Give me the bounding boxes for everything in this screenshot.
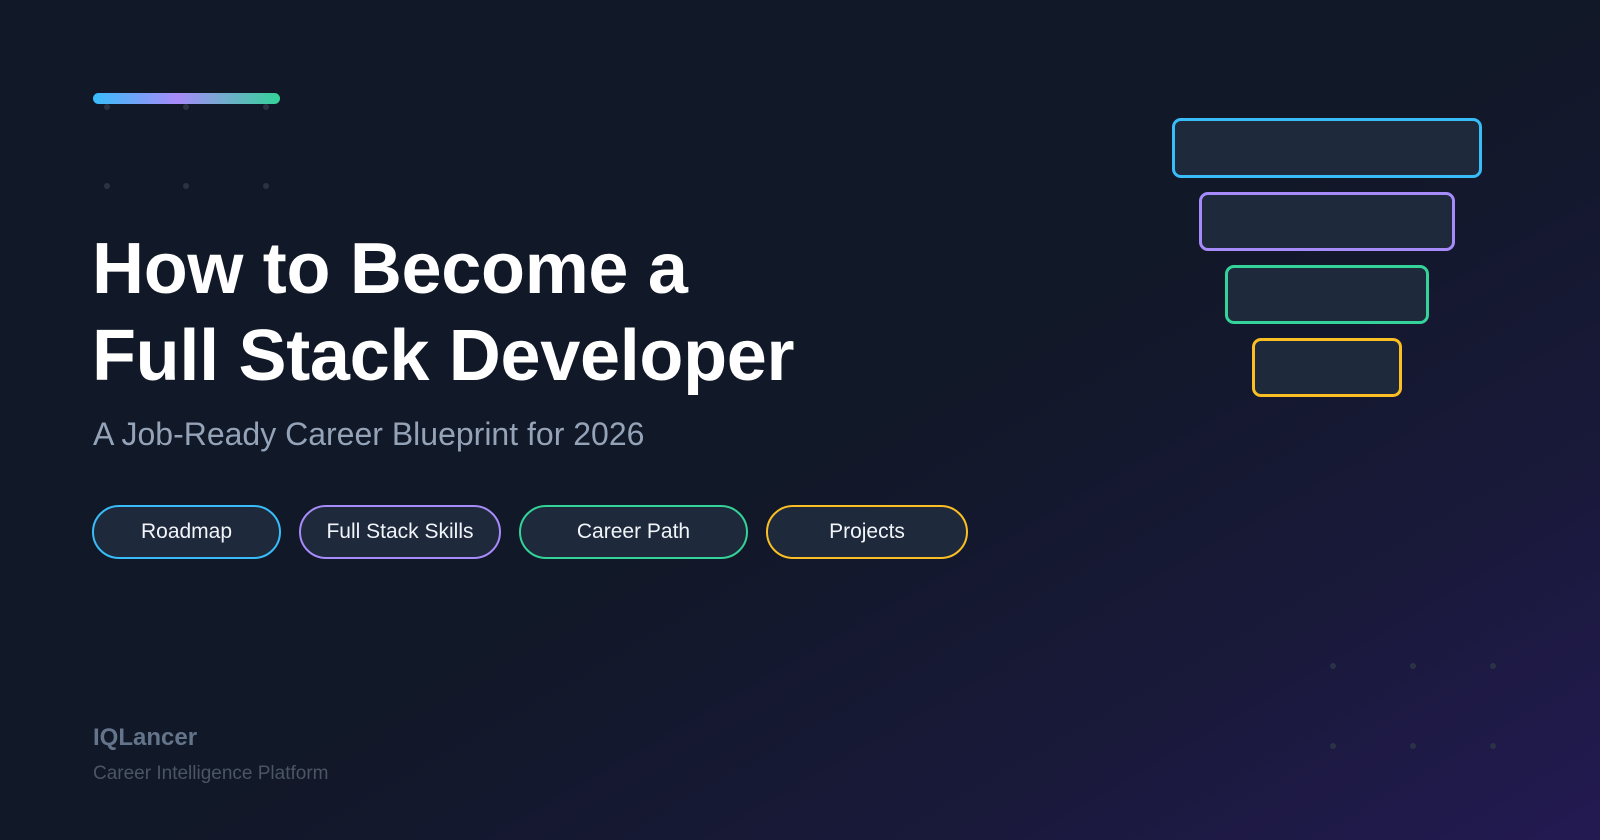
tag-career-path: Career Path xyxy=(519,505,748,559)
funnel-layer-4 xyxy=(1252,338,1402,397)
decor-dot xyxy=(1410,743,1416,749)
decor-dot xyxy=(263,183,269,189)
funnel-layer-3 xyxy=(1225,265,1429,324)
decor-dot xyxy=(183,104,189,110)
decor-dot xyxy=(1410,663,1416,669)
decor-dot xyxy=(1330,663,1336,669)
hero-title-line-1: How to Become a xyxy=(92,229,688,309)
hero-subtitle: A Job-Ready Career Blueprint for 2026 xyxy=(93,416,645,452)
hero-title: How to Become a Full Stack Developer xyxy=(92,226,795,400)
decor-dot xyxy=(104,183,110,189)
gradient-accent-bar xyxy=(93,93,280,104)
funnel-layer-2 xyxy=(1199,192,1455,251)
tag-projects: Projects xyxy=(766,505,968,559)
hero-title-line-2: Full Stack Developer xyxy=(92,316,795,396)
decor-dot xyxy=(183,183,189,189)
funnel-layer-1 xyxy=(1172,118,1482,178)
tag-roadmap: Roadmap xyxy=(92,505,281,559)
decor-dot xyxy=(1490,663,1496,669)
decor-dot xyxy=(104,104,110,110)
decor-dot xyxy=(1330,743,1336,749)
brand-name: IQLancer xyxy=(93,724,198,751)
decor-dot xyxy=(1490,743,1496,749)
brand-tagline: Career Intelligence Platform xyxy=(93,763,329,784)
decor-dot xyxy=(263,104,269,110)
tag-full-stack-skills: Full Stack Skills xyxy=(299,505,501,559)
